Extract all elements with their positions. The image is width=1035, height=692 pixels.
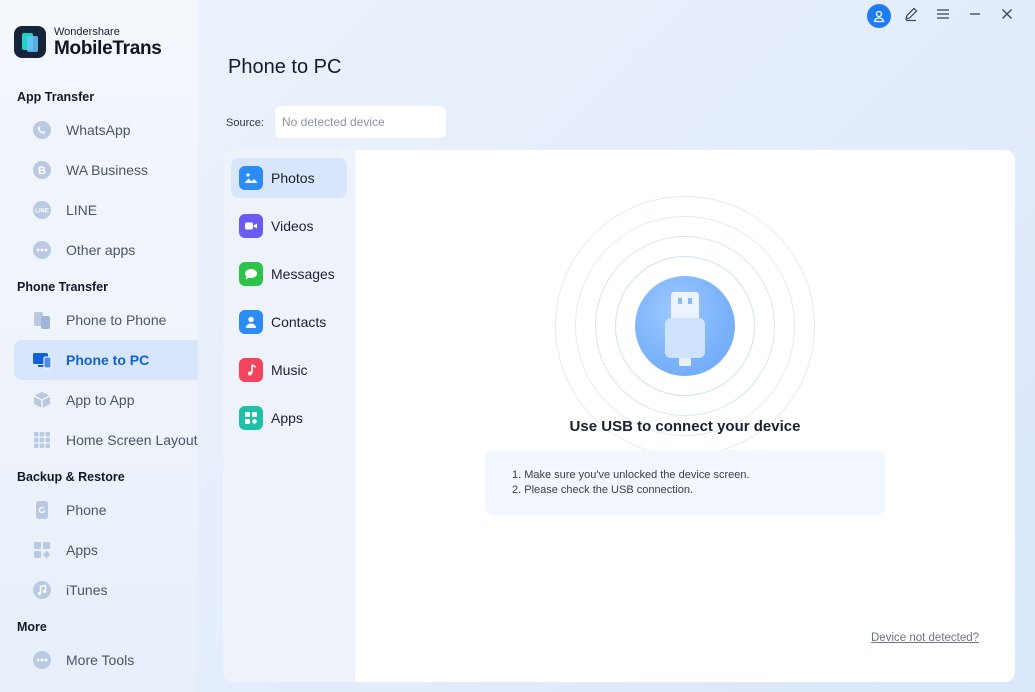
section-phone-transfer: Phone Transfer (17, 280, 108, 294)
phone-backup-icon (32, 500, 52, 520)
sidebar-item-itunes[interactable]: iTunes (14, 570, 198, 610)
category-label: Videos (271, 218, 314, 234)
tip-item: 1. Make sure you've unlocked the device … (512, 469, 750, 481)
music-icon (239, 358, 263, 382)
sidebar-item-other-apps[interactable]: Other apps (14, 230, 198, 270)
apps-icon (239, 406, 263, 430)
window-controls (863, 4, 1023, 28)
category-photos[interactable]: Photos (231, 158, 347, 198)
itunes-icon (32, 580, 52, 600)
sidebar-item-label: More Tools (66, 652, 135, 668)
sidebar-item-phone-to-phone[interactable]: Phone to Phone (14, 300, 198, 340)
minimize-icon (967, 6, 983, 27)
sidebar-item-wa-business[interactable]: B WA Business (14, 150, 198, 190)
videos-icon (239, 214, 263, 238)
svg-text:B: B (38, 165, 46, 177)
sidebar-item-line[interactable]: LINE LINE (14, 190, 198, 230)
source-label: Source: (226, 117, 264, 129)
sidebar-item-app-to-app[interactable]: App to App (14, 380, 198, 420)
sidebar-item-label: Apps (66, 542, 98, 558)
category-label: Photos (271, 170, 315, 186)
sidebar-item-label: LINE (66, 202, 98, 218)
connection-tips: 1. Make sure you've unlocked the device … (485, 450, 885, 515)
category-music[interactable]: Music (231, 350, 347, 390)
source-device-select[interactable]: No detected device (275, 106, 446, 138)
mobiletrans-logo-icon (14, 26, 46, 58)
contacts-icon (239, 310, 263, 334)
sidebar-item-label: Home Screen Layout (66, 432, 198, 448)
sidebar-item-phone-backup[interactable]: Phone (14, 490, 198, 530)
category-label: Apps (271, 410, 303, 426)
wa-business-icon: B (32, 160, 52, 180)
sidebar-item-label: WA Business (66, 162, 148, 178)
sidebar-item-more-tools[interactable]: More Tools (14, 640, 198, 680)
category-messages[interactable]: Messages (231, 254, 347, 294)
page-title: Phone to PC (228, 56, 342, 78)
sidebar-item-home-screen-layout[interactable]: Home Screen Layout (14, 420, 198, 460)
device-not-detected-link[interactable]: Device not detected? (871, 632, 979, 644)
line-icon: LINE (32, 200, 52, 220)
sidebar-item-whatsapp[interactable]: WhatsApp (14, 110, 198, 150)
messages-icon (239, 262, 263, 286)
grid-icon (32, 430, 52, 450)
brand-top: Wondershare (54, 25, 120, 38)
sidebar-item-label: App to App (66, 392, 135, 408)
sidebar-item-label: Phone to PC (66, 352, 150, 368)
menu-button[interactable] (927, 4, 959, 28)
section-more: More (17, 620, 47, 634)
close-icon (999, 6, 1015, 27)
phone-to-pc-icon (32, 350, 52, 370)
menu-icon (935, 6, 951, 27)
category-label: Contacts (271, 314, 327, 330)
whatsapp-icon (32, 120, 52, 140)
more-dots-icon (32, 650, 52, 670)
minimize-button[interactable] (959, 4, 991, 28)
usb-connection-illustration (555, 196, 815, 456)
usb-icon (635, 276, 735, 376)
category-list: Photos Videos Messages Contacts Music Ap… (223, 150, 355, 682)
phone-to-phone-icon (32, 310, 52, 330)
close-button[interactable] (991, 4, 1023, 28)
svg-text:LINE: LINE (35, 209, 49, 215)
connect-instruction-title: Use USB to connect your device (569, 418, 801, 435)
user-icon (867, 4, 891, 28)
feedback-button[interactable] (895, 4, 927, 28)
category-contacts[interactable]: Contacts (231, 302, 347, 342)
brand-name: MobileTrans (54, 37, 162, 59)
tip-item: 2. Please check the USB connection. (512, 484, 693, 496)
sidebar-item-apps-backup[interactable]: Apps (14, 530, 198, 570)
apps-icon (32, 540, 52, 560)
sidebar-item-label: WhatsApp (66, 122, 131, 138)
sidebar-item-label: Phone (66, 502, 107, 518)
sidebar-item-label: Other apps (66, 242, 136, 258)
category-videos[interactable]: Videos (231, 206, 347, 246)
section-backup-restore: Backup & Restore (17, 470, 125, 484)
category-label: Messages (271, 266, 335, 282)
category-label: Music (271, 362, 308, 378)
edit-icon (903, 6, 919, 27)
more-dots-icon (32, 240, 52, 260)
section-app-transfer: App Transfer (17, 90, 95, 104)
sidebar-item-label: Phone to Phone (66, 312, 167, 328)
app-logo: Wondershare MobileTrans (14, 26, 162, 58)
sidebar-item-phone-to-pc[interactable]: Phone to PC (14, 340, 198, 380)
transfer-panel: Photos Videos Messages Contacts Music Ap… (223, 150, 1015, 682)
sidebar: Wondershare MobileTrans App Transfer Wha… (0, 0, 198, 692)
category-apps[interactable]: Apps (231, 398, 347, 438)
sidebar-item-label: iTunes (66, 582, 108, 598)
app-to-app-icon (32, 390, 52, 410)
photos-icon (239, 166, 263, 190)
account-button[interactable] (863, 4, 895, 28)
